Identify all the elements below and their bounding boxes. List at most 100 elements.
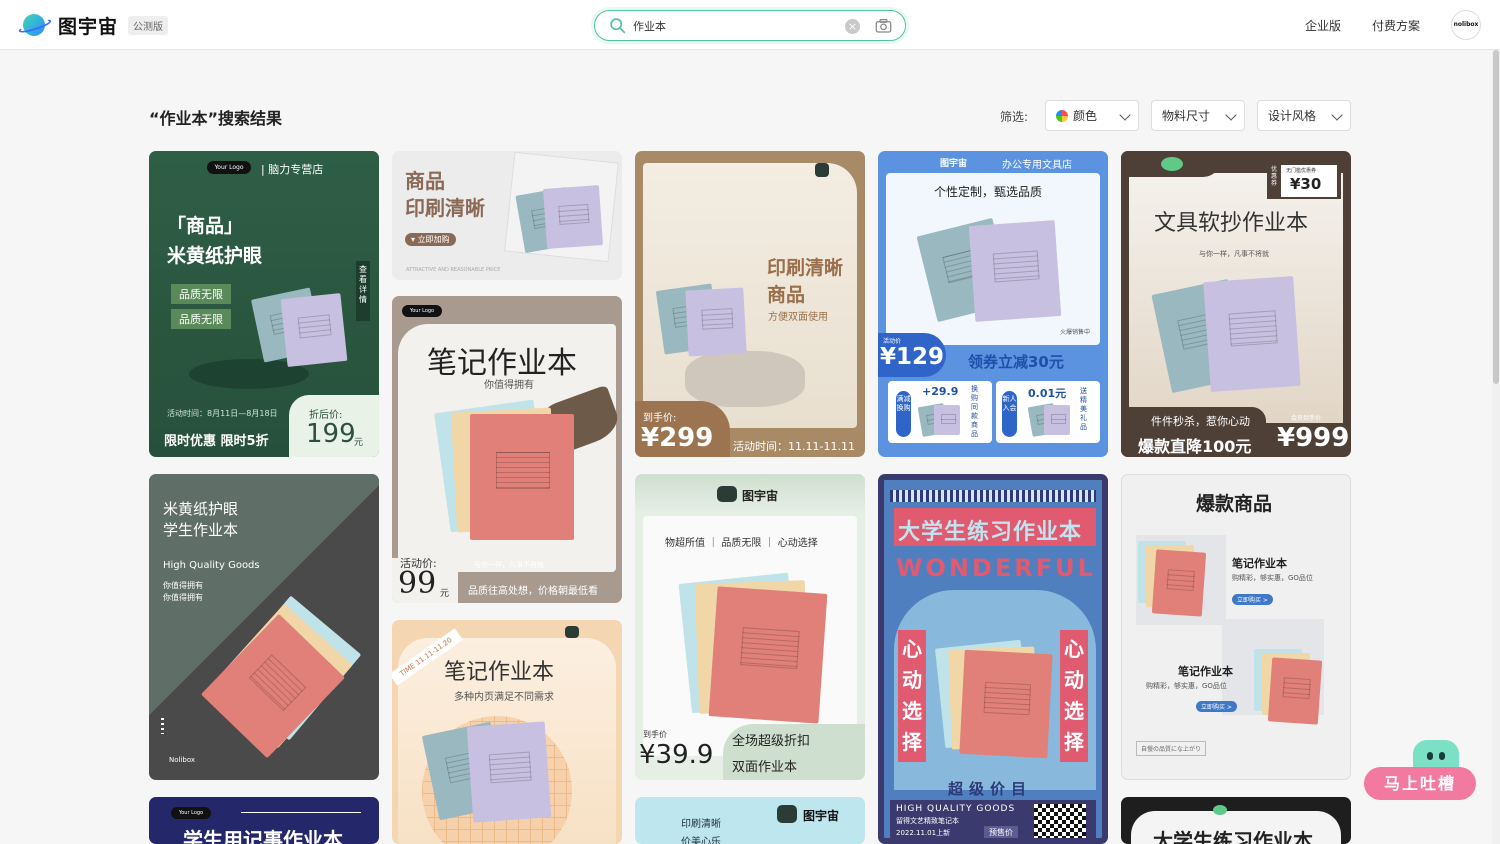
notebook-image — [1203, 275, 1301, 393]
color-filter-dropdown[interactable]: 颜色 — [1045, 100, 1139, 131]
color-wheel-icon — [1056, 109, 1068, 122]
page-scrollbar[interactable] — [1492, 50, 1500, 844]
notebook-image — [1151, 549, 1207, 617]
template-card[interactable]: 米黄纸护眼 学生作业本 High Quality Goods 你值得拥有 你值得… — [149, 474, 379, 780]
nav-enterprise[interactable]: 企业版 — [1305, 17, 1341, 34]
template-card[interactable]: 商品 印刷清晰 ▾ 立即加购 ATTRACTIVE AND REASONABLE… — [392, 151, 622, 280]
presale-badge: 预售价 — [984, 826, 1018, 838]
product-name: 笔记作业本 — [1178, 665, 1233, 678]
event-date: 活动时间：11.11-11.11 — [733, 440, 855, 453]
buy-now-button: 立即购买 > — [1196, 701, 1237, 712]
notebook-image — [470, 414, 574, 540]
card-headline: 印刷清晰 — [681, 819, 721, 830]
price-value: 199 — [306, 419, 356, 449]
beta-badge: 公测版 — [128, 15, 169, 35]
english-subtitle: High Quality Goods — [163, 560, 260, 571]
notebook-image — [708, 586, 828, 724]
template-card[interactable]: 优惠券 无门槛优惠券 ¥30 文具软抄作业本 与你一样，凡事不将就 件件秒杀，惹… — [1121, 151, 1351, 457]
color-filter-label: 颜色 — [1073, 109, 1098, 123]
camera-search-icon[interactable] — [875, 18, 892, 34]
english-headline: WONDERFUL — [896, 554, 1096, 582]
notebook-image — [1267, 657, 1323, 725]
template-card[interactable]: 爆款商品 笔记作业本 购精彩，够实惠，GO品位 立即购买 > 笔记作业本 购精彩… — [1121, 474, 1351, 780]
search-input[interactable] — [633, 17, 833, 35]
card-headline: 印刷清晰 — [405, 196, 485, 220]
notebook-image — [1044, 405, 1070, 435]
template-card[interactable]: Your Logo 学生用记事作业本 — [149, 797, 379, 844]
brand-logo-pill: Your Logo — [207, 161, 251, 174]
slogan-text: 与你一样，凡事不将就 — [474, 561, 544, 569]
avatar[interactable]: nolibox — [1451, 10, 1481, 40]
hot-sale-text: 火爆销售中 — [1060, 329, 1091, 336]
site-logo[interactable]: 图宇宙 公测版 — [17, 11, 169, 39]
card-headline: 米黄纸护眼 — [163, 500, 239, 518]
template-card[interactable]: 大学生练习作业本 — [1121, 797, 1351, 844]
notebook-image — [280, 293, 348, 367]
stone-pedestal — [685, 351, 805, 407]
card-headline: 价美心乐 — [681, 837, 721, 844]
search-box[interactable]: × — [594, 10, 906, 41]
bundle-price: +29.9 — [922, 385, 959, 398]
card-headline: 爆款商品 — [1196, 493, 1273, 515]
brand-icon — [777, 805, 797, 823]
planet-logo-icon — [1161, 157, 1183, 171]
filter-label: 筛选: — [1000, 110, 1029, 124]
size-filter-label: 物料尺寸 — [1162, 109, 1211, 123]
english-footer: HIGH QUALITY GOODS — [896, 804, 1016, 814]
template-card[interactable]: Your Logo | 脑力专营店 「商品」 米黄纸护眼 品质无限 品质无限 查… — [149, 151, 379, 457]
coupon-side: 优惠券 — [1271, 166, 1278, 187]
brand-name: 图宇宙 — [742, 489, 779, 503]
price-value: ¥129 — [880, 344, 945, 370]
scrollbar-thumb[interactable] — [1493, 50, 1499, 384]
card-headline: 学生用记事作业本 — [183, 828, 343, 844]
template-card[interactable]: TIME 11.11-11.20 笔记作业本 多种内页满足不同需求 — [392, 620, 622, 844]
price-unit: 元 — [440, 589, 450, 599]
search-icon[interactable] — [609, 17, 626, 34]
feedback-button[interactable]: 马上吐槽 — [1364, 767, 1476, 800]
price-value: 99 — [398, 566, 437, 601]
size-filter-dropdown[interactable]: 物料尺寸 — [1151, 100, 1245, 131]
template-card[interactable]: Your Logo 笔记作业本 你值得拥有 活动价: 99 元 与你一样，凡事不… — [392, 296, 622, 603]
template-card[interactable]: 印刷清晰 商品 方便双面使用 到手价: ¥299 活动时间：11.11-11.1… — [635, 151, 865, 457]
coupon-label: 无门槛优惠券 — [1286, 168, 1317, 174]
promo-text: 爆款直降100元 — [1138, 437, 1252, 456]
price-unit: 元 — [354, 438, 364, 448]
notebook-image — [968, 220, 1062, 322]
price-label: 到手价: — [643, 413, 677, 424]
style-filter-dropdown[interactable]: 设计风格 — [1257, 100, 1351, 131]
nav-pricing[interactable]: 付费方案 — [1372, 17, 1420, 34]
planet-logo-icon — [17, 12, 53, 38]
footer-text: 自慢の品質にな上がり — [1136, 741, 1207, 756]
bundle-price: 0.01元 — [1028, 387, 1067, 400]
card-headline: 米黄纸护眼 — [167, 245, 263, 267]
top-bar: 图宇宙 公测版 × 企业版 付费方案 nolibox — [0, 0, 1500, 50]
coupon-price: ¥30 — [1290, 175, 1322, 193]
side-banner: 心动选择 — [1060, 630, 1088, 762]
chevron-down-icon — [1225, 109, 1237, 121]
feature-tag: 品质无限 — [171, 284, 231, 304]
slogan-text: 你值得拥有 — [163, 593, 203, 602]
notebook-image — [959, 649, 1053, 759]
template-card[interactable]: 印刷清晰 价美心乐 图宇宙 — [635, 797, 865, 844]
card-headline: 大学生练习作业本 — [898, 520, 1083, 545]
template-card[interactable]: 大学生练习作业本 WONDERFUL 心动选择 心动选择 超级价目 HIGH Q… — [878, 474, 1108, 844]
store-name: 办公专用文具店 — [1002, 160, 1072, 171]
planet-logo-icon — [1213, 805, 1227, 815]
promo-text: 全场超级折扣 — [732, 734, 811, 749]
brand-name: 图宇宙 — [940, 159, 968, 169]
brand-name: 图宇宙 — [803, 809, 840, 823]
card-headline: 学生作业本 — [163, 521, 239, 539]
dots-decoration — [161, 718, 164, 734]
clear-search-icon[interactable]: × — [845, 19, 860, 34]
brand-logo-pill: Your Logo — [402, 305, 442, 317]
logo-text: 图宇宙 — [58, 15, 119, 38]
bundle-text: 换购同款商品 — [971, 385, 978, 438]
product-desc: 购精彩，够实惠，GO品位 — [1232, 574, 1313, 582]
card-headline: 印刷清晰 — [767, 257, 844, 279]
template-card[interactable]: 图宇宙 物超所值 ｜ 品质无限 ｜ 心动选择 到手价 ¥39.9 全场超级折扣 … — [635, 474, 865, 780]
template-card[interactable]: 图宇宙 办公专用文具店 个性定制，甄选品质 火爆销售中 活动价 ¥129 领券立… — [878, 151, 1108, 457]
card-headline: 商品 — [405, 169, 445, 193]
brand-icon — [815, 163, 829, 177]
side-tag: 新人入会 — [1002, 391, 1017, 437]
price-label: 会员到手价 — [1291, 415, 1322, 422]
